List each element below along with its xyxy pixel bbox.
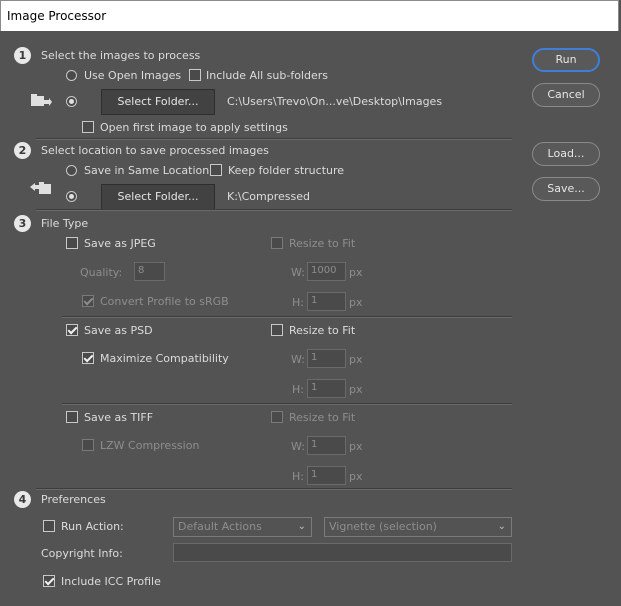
copyright-label: Copyright Info: bbox=[41, 547, 123, 560]
step-2-badge: 2 bbox=[14, 142, 31, 159]
action-set-value: Default Actions bbox=[178, 520, 262, 533]
maximize-compatibility-checkbox[interactable] bbox=[82, 352, 94, 364]
copyright-input[interactable] bbox=[173, 543, 512, 562]
divider bbox=[36, 488, 512, 490]
save-as-tiff-checkbox[interactable] bbox=[66, 411, 78, 423]
jpeg-height-input[interactable]: 1 bbox=[307, 292, 346, 311]
keep-folder-structure-checkbox[interactable] bbox=[210, 164, 222, 176]
jpeg-height-unit: px bbox=[349, 296, 363, 309]
divider bbox=[36, 138, 512, 140]
save-same-location-radio[interactable] bbox=[66, 165, 77, 176]
psd-height-input[interactable]: 1 bbox=[307, 379, 346, 398]
action-value: Vignette (selection) bbox=[329, 520, 437, 533]
jpeg-quality-input[interactable]: 8 bbox=[134, 262, 165, 281]
tiff-width-input[interactable]: 1 bbox=[307, 436, 346, 455]
load-button[interactable]: Load... bbox=[532, 142, 600, 166]
divider bbox=[62, 316, 512, 318]
psd-width-input[interactable]: 1 bbox=[307, 349, 346, 368]
include-icc-checkbox[interactable] bbox=[43, 575, 55, 587]
step-3-badge: 3 bbox=[14, 215, 31, 232]
jpeg-resize-checkbox[interactable] bbox=[271, 237, 283, 249]
select-source-folder-radio[interactable] bbox=[66, 96, 77, 107]
use-open-images-label[interactable]: Use Open Images bbox=[84, 69, 181, 82]
chevron-down-icon: ⌄ bbox=[297, 521, 306, 532]
psd-resize-label[interactable]: Resize to Fit bbox=[289, 324, 355, 337]
keep-folder-structure-label[interactable]: Keep folder structure bbox=[228, 164, 344, 177]
psd-width-label: W: bbox=[291, 353, 305, 366]
jpeg-width-label: W: bbox=[291, 266, 305, 279]
tiff-width-label: W: bbox=[291, 440, 305, 453]
psd-resize-checkbox[interactable] bbox=[271, 324, 283, 336]
window-title: Image Processor bbox=[7, 9, 107, 23]
divider bbox=[36, 209, 512, 211]
folder-source-icon bbox=[31, 94, 52, 106]
step-1-badge: 1 bbox=[14, 47, 31, 64]
jpeg-quality-label: Quality: bbox=[80, 266, 123, 279]
open-first-image-checkbox[interactable] bbox=[82, 121, 94, 133]
include-icc-label[interactable]: Include ICC Profile bbox=[61, 575, 161, 588]
include-subfolders-checkbox[interactable] bbox=[189, 69, 201, 81]
psd-height-unit: px bbox=[349, 383, 363, 396]
lzw-compression-label[interactable]: LZW Compression bbox=[100, 439, 199, 452]
save-as-jpeg-label[interactable]: Save as JPEG bbox=[84, 237, 156, 250]
tiff-width-unit: px bbox=[349, 440, 363, 453]
lzw-compression-checkbox[interactable] bbox=[82, 439, 94, 451]
run-action-checkbox[interactable] bbox=[43, 520, 55, 532]
select-destination-folder-radio[interactable] bbox=[66, 191, 77, 202]
psd-height-label: H: bbox=[292, 383, 304, 396]
action-dropdown[interactable]: Vignette (selection) ⌄ bbox=[324, 517, 512, 537]
use-open-images-radio[interactable] bbox=[66, 70, 77, 81]
save-as-psd-label[interactable]: Save as PSD bbox=[84, 324, 153, 337]
destination-folder-path: K:\Compressed bbox=[227, 190, 310, 203]
jpeg-width-input[interactable]: 1000 bbox=[307, 262, 346, 281]
select-destination-folder-button[interactable]: Select Folder... bbox=[101, 184, 215, 210]
convert-srgb-label[interactable]: Convert Profile to sRGB bbox=[100, 295, 229, 308]
divider bbox=[62, 403, 512, 405]
convert-srgb-checkbox[interactable] bbox=[82, 295, 94, 307]
save-same-location-label[interactable]: Save in Same Location bbox=[84, 164, 209, 177]
cancel-button[interactable]: Cancel bbox=[532, 83, 600, 107]
tiff-resize-label[interactable]: Resize to Fit bbox=[289, 411, 355, 424]
psd-width-unit: px bbox=[349, 353, 363, 366]
tiff-resize-checkbox[interactable] bbox=[271, 411, 283, 423]
jpeg-resize-label[interactable]: Resize to Fit bbox=[289, 237, 355, 250]
step-1-heading: Select the images to process bbox=[41, 49, 201, 62]
source-folder-path: C:\Users\Trevo\On...ve\Desktop\Images bbox=[227, 95, 443, 108]
tiff-height-input[interactable]: 1 bbox=[307, 466, 346, 485]
step-2-heading: Select location to save processed images bbox=[41, 144, 269, 157]
jpeg-height-label: H: bbox=[292, 296, 304, 309]
chevron-down-icon: ⌄ bbox=[497, 521, 506, 532]
save-as-psd-checkbox[interactable] bbox=[66, 324, 78, 336]
select-source-folder-button[interactable]: Select Folder... bbox=[101, 89, 215, 115]
step-4-badge: 4 bbox=[14, 491, 31, 508]
open-first-image-label[interactable]: Open first image to apply settings bbox=[100, 121, 288, 134]
run-action-label[interactable]: Run Action: bbox=[61, 520, 124, 533]
step-4-heading: Preferences bbox=[41, 493, 106, 506]
save-button[interactable]: Save... bbox=[532, 177, 600, 201]
tiff-height-unit: px bbox=[349, 470, 363, 483]
folder-destination-icon bbox=[30, 182, 51, 194]
step-3-heading: File Type bbox=[41, 217, 89, 230]
tiff-height-label: H: bbox=[292, 470, 304, 483]
action-set-dropdown[interactable]: Default Actions ⌄ bbox=[173, 517, 312, 537]
save-as-tiff-label[interactable]: Save as TIFF bbox=[84, 411, 153, 424]
save-as-jpeg-checkbox[interactable] bbox=[66, 237, 78, 249]
include-subfolders-label[interactable]: Include All sub-folders bbox=[206, 69, 328, 82]
maximize-compatibility-label[interactable]: Maximize Compatibility bbox=[100, 352, 229, 365]
title-bar: Image Processor bbox=[0, 0, 619, 31]
run-button[interactable]: Run bbox=[532, 48, 600, 72]
jpeg-width-unit: px bbox=[349, 266, 363, 279]
